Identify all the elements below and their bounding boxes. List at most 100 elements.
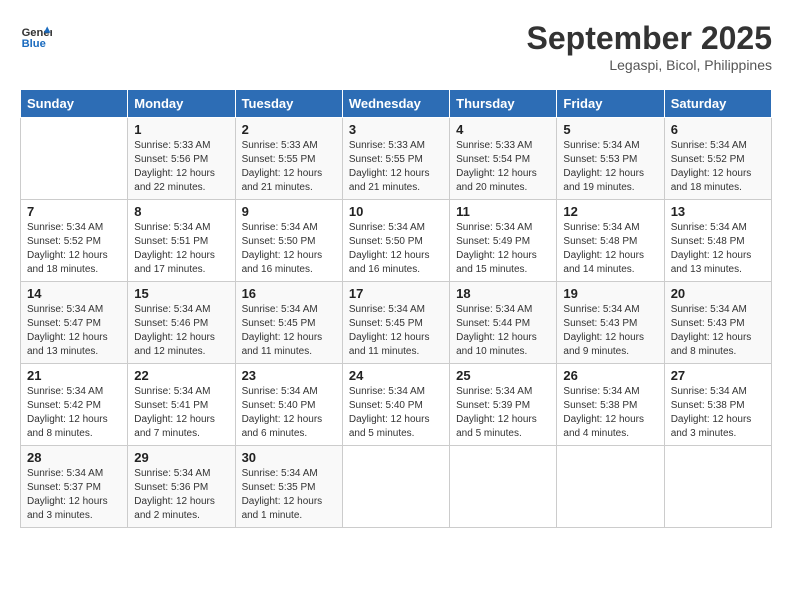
weekday-header-monday: Monday bbox=[128, 90, 235, 118]
calendar-cell: 7 Sunrise: 5:34 AM Sunset: 5:52 PM Daylig… bbox=[21, 200, 128, 282]
day-number: 10 bbox=[349, 204, 443, 219]
day-number: 7 bbox=[27, 204, 121, 219]
day-number: 16 bbox=[242, 286, 336, 301]
calendar-cell: 8 Sunrise: 5:34 AM Sunset: 5:51 PM Daylig… bbox=[128, 200, 235, 282]
day-number: 18 bbox=[456, 286, 550, 301]
day-info: Sunrise: 5:34 AM Sunset: 5:50 PM Dayligh… bbox=[349, 221, 443, 277]
day-number: 29 bbox=[134, 450, 228, 465]
day-number: 28 bbox=[27, 450, 121, 465]
calendar-cell: 5 Sunrise: 5:34 AM Sunset: 5:53 PM Daylig… bbox=[557, 118, 664, 200]
day-info: Sunrise: 5:33 AM Sunset: 5:56 PM Dayligh… bbox=[134, 139, 228, 195]
day-info: Sunrise: 5:34 AM Sunset: 5:48 PM Dayligh… bbox=[563, 221, 657, 277]
calendar-cell: 6Sunrise: 5:34 AM Sunset: 5:52 PM Daylig… bbox=[664, 118, 771, 200]
weekday-header-wednesday: Wednesday bbox=[342, 90, 449, 118]
calendar-cell: 22 Sunrise: 5:34 AM Sunset: 5:41 PM Dayli… bbox=[128, 364, 235, 446]
logo-icon: General Blue bbox=[20, 20, 52, 52]
calendar-table: SundayMondayTuesdayWednesdayThursdayFrid… bbox=[20, 89, 772, 528]
day-info: Sunrise: 5:33 AM Sunset: 5:55 PM Dayligh… bbox=[349, 139, 443, 195]
day-info: Sunrise: 5:34 AM Sunset: 5:53 PM Dayligh… bbox=[563, 139, 657, 195]
day-info: Sunrise: 5:34 AM Sunset: 5:37 PM Dayligh… bbox=[27, 467, 121, 523]
day-info: Sunrise: 5:34 AM Sunset: 5:52 PM Dayligh… bbox=[27, 221, 121, 277]
calendar-cell bbox=[557, 446, 664, 528]
calendar-cell: 19 Sunrise: 5:34 AM Sunset: 5:43 PM Dayli… bbox=[557, 282, 664, 364]
day-info: Sunrise: 5:34 AM Sunset: 5:50 PM Dayligh… bbox=[242, 221, 336, 277]
calendar-cell: 11 Sunrise: 5:34 AM Sunset: 5:49 PM Dayli… bbox=[450, 200, 557, 282]
calendar-cell: 16 Sunrise: 5:34 AM Sunset: 5:45 PM Dayli… bbox=[235, 282, 342, 364]
location: Legaspi, Bicol, Philippines bbox=[527, 57, 772, 73]
calendar-cell: 25 Sunrise: 5:34 AM Sunset: 5:39 PM Dayli… bbox=[450, 364, 557, 446]
calendar-cell: 10 Sunrise: 5:34 AM Sunset: 5:50 PM Dayli… bbox=[342, 200, 449, 282]
day-number: 15 bbox=[134, 286, 228, 301]
calendar-cell: 18 Sunrise: 5:34 AM Sunset: 5:44 PM Dayli… bbox=[450, 282, 557, 364]
day-number: 27 bbox=[671, 368, 765, 383]
day-number: 14 bbox=[27, 286, 121, 301]
calendar-cell: 14 Sunrise: 5:34 AM Sunset: 5:47 PM Dayli… bbox=[21, 282, 128, 364]
calendar-week-row: 14 Sunrise: 5:34 AM Sunset: 5:47 PM Dayli… bbox=[21, 282, 772, 364]
calendar-cell: 13 Sunrise: 5:34 AM Sunset: 5:48 PM Dayli… bbox=[664, 200, 771, 282]
day-number: 17 bbox=[349, 286, 443, 301]
weekday-header-tuesday: Tuesday bbox=[235, 90, 342, 118]
weekday-header-sunday: Sunday bbox=[21, 90, 128, 118]
day-info: Sunrise: 5:34 AM Sunset: 5:42 PM Dayligh… bbox=[27, 385, 121, 441]
weekday-header-friday: Friday bbox=[557, 90, 664, 118]
day-info: Sunrise: 5:34 AM Sunset: 5:39 PM Dayligh… bbox=[456, 385, 550, 441]
day-info: Sunrise: 5:34 AM Sunset: 5:38 PM Dayligh… bbox=[671, 385, 765, 441]
day-info: Sunrise: 5:34 AM Sunset: 5:45 PM Dayligh… bbox=[242, 303, 336, 359]
day-number: 4 bbox=[456, 122, 550, 137]
day-info: Sunrise: 5:34 AM Sunset: 5:48 PM Dayligh… bbox=[671, 221, 765, 277]
calendar-cell bbox=[450, 446, 557, 528]
day-number: 13 bbox=[671, 204, 765, 219]
calendar-cell: 26Sunrise: 5:34 AM Sunset: 5:38 PM Dayli… bbox=[557, 364, 664, 446]
day-info: Sunrise: 5:34 AM Sunset: 5:36 PM Dayligh… bbox=[134, 467, 228, 523]
calendar-cell bbox=[342, 446, 449, 528]
calendar-week-row: 7 Sunrise: 5:34 AM Sunset: 5:52 PM Daylig… bbox=[21, 200, 772, 282]
day-number: 23 bbox=[242, 368, 336, 383]
calendar-cell: 21 Sunrise: 5:34 AM Sunset: 5:42 PM Dayli… bbox=[21, 364, 128, 446]
day-number: 3 bbox=[349, 122, 443, 137]
calendar-week-row: 21 Sunrise: 5:34 AM Sunset: 5:42 PM Dayli… bbox=[21, 364, 772, 446]
day-number: 20 bbox=[671, 286, 765, 301]
calendar-cell: 3 Sunrise: 5:33 AM Sunset: 5:55 PM Daylig… bbox=[342, 118, 449, 200]
day-number: 5 bbox=[563, 122, 657, 137]
title-block: September 2025 Legaspi, Bicol, Philippin… bbox=[527, 20, 772, 73]
day-number: 9 bbox=[242, 204, 336, 219]
day-info: Sunrise: 5:33 AM Sunset: 5:54 PM Dayligh… bbox=[456, 139, 550, 195]
calendar-week-row: 28 Sunrise: 5:34 AM Sunset: 5:37 PM Dayli… bbox=[21, 446, 772, 528]
day-number: 12 bbox=[563, 204, 657, 219]
day-number: 8 bbox=[134, 204, 228, 219]
day-number: 30 bbox=[242, 450, 336, 465]
day-info: Sunrise: 5:34 AM Sunset: 5:47 PM Dayligh… bbox=[27, 303, 121, 359]
day-info: Sunrise: 5:34 AM Sunset: 5:44 PM Dayligh… bbox=[456, 303, 550, 359]
calendar-cell: 28 Sunrise: 5:34 AM Sunset: 5:37 PM Dayli… bbox=[21, 446, 128, 528]
calendar-cell: 4 Sunrise: 5:33 AM Sunset: 5:54 PM Daylig… bbox=[450, 118, 557, 200]
svg-text:Blue: Blue bbox=[22, 38, 46, 50]
calendar-cell bbox=[21, 118, 128, 200]
logo: General Blue bbox=[20, 20, 52, 52]
day-info: Sunrise: 5:34 AM Sunset: 5:35 PM Dayligh… bbox=[242, 467, 336, 523]
weekday-header-saturday: Saturday bbox=[664, 90, 771, 118]
day-info: Sunrise: 5:34 AM Sunset: 5:51 PM Dayligh… bbox=[134, 221, 228, 277]
calendar-cell: 23Sunrise: 5:34 AM Sunset: 5:40 PM Dayli… bbox=[235, 364, 342, 446]
calendar-cell: 12 Sunrise: 5:34 AM Sunset: 5:48 PM Dayli… bbox=[557, 200, 664, 282]
calendar-cell: 9 Sunrise: 5:34 AM Sunset: 5:50 PM Daylig… bbox=[235, 200, 342, 282]
day-info: Sunrise: 5:34 AM Sunset: 5:49 PM Dayligh… bbox=[456, 221, 550, 277]
day-number: 22 bbox=[134, 368, 228, 383]
day-number: 21 bbox=[27, 368, 121, 383]
day-number: 11 bbox=[456, 204, 550, 219]
weekday-header-row: SundayMondayTuesdayWednesdayThursdayFrid… bbox=[21, 90, 772, 118]
calendar-cell: 2Sunrise: 5:33 AM Sunset: 5:55 PM Daylig… bbox=[235, 118, 342, 200]
calendar-cell bbox=[664, 446, 771, 528]
day-number: 25 bbox=[456, 368, 550, 383]
day-info: Sunrise: 5:34 AM Sunset: 5:52 PM Dayligh… bbox=[671, 139, 765, 195]
day-number: 19 bbox=[563, 286, 657, 301]
calendar-cell: 27 Sunrise: 5:34 AM Sunset: 5:38 PM Dayli… bbox=[664, 364, 771, 446]
calendar-cell: 17Sunrise: 5:34 AM Sunset: 5:45 PM Dayli… bbox=[342, 282, 449, 364]
day-info: Sunrise: 5:34 AM Sunset: 5:43 PM Dayligh… bbox=[563, 303, 657, 359]
month-title: September 2025 bbox=[527, 20, 772, 57]
calendar-cell: 15Sunrise: 5:34 AM Sunset: 5:46 PM Dayli… bbox=[128, 282, 235, 364]
calendar-week-row: 1 Sunrise: 5:33 AM Sunset: 5:56 PM Daylig… bbox=[21, 118, 772, 200]
day-info: Sunrise: 5:34 AM Sunset: 5:41 PM Dayligh… bbox=[134, 385, 228, 441]
calendar-cell: 24Sunrise: 5:34 AM Sunset: 5:40 PM Dayli… bbox=[342, 364, 449, 446]
day-number: 1 bbox=[134, 122, 228, 137]
day-info: Sunrise: 5:34 AM Sunset: 5:40 PM Dayligh… bbox=[349, 385, 443, 441]
